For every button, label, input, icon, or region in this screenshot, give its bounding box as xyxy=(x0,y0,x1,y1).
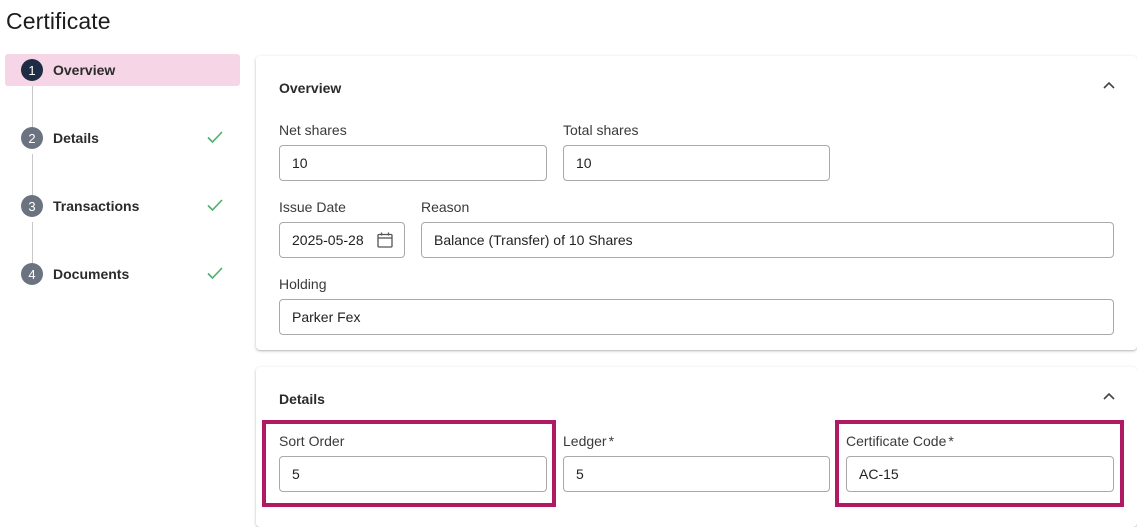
step-number: 2 xyxy=(21,127,43,149)
certificate-code-input[interactable]: AC-15 xyxy=(846,456,1114,492)
step-documents[interactable]: 4 Documents xyxy=(5,258,240,290)
step-label: Overview xyxy=(53,62,116,78)
details-card: Details Sort Order 5 Ledger * 5 Certifica… xyxy=(256,367,1137,527)
chevron-up-icon[interactable] xyxy=(1102,391,1116,401)
issue-date-label: Issue Date xyxy=(279,199,346,215)
required-asterisk: * xyxy=(948,433,954,449)
step-number: 3 xyxy=(21,195,43,217)
net-shares-input[interactable]: 10 xyxy=(279,145,547,181)
certificate-code-label: Certificate Code * xyxy=(846,433,954,449)
check-icon xyxy=(207,199,223,212)
sort-order-label: Sort Order xyxy=(279,433,345,449)
net-shares-label: Net shares xyxy=(279,122,347,138)
details-card-title: Details xyxy=(279,391,325,407)
issue-date-value: 2025-05-28 xyxy=(292,232,364,248)
reason-label: Reason xyxy=(421,199,470,215)
ledger-label-text: Ledger xyxy=(563,433,607,449)
required-asterisk: * xyxy=(608,433,615,449)
overview-card-title: Overview xyxy=(279,80,342,96)
holding-label: Holding xyxy=(279,276,327,292)
holding-input[interactable]: Parker Fex xyxy=(279,299,1114,335)
issue-date-input[interactable]: 2025-05-28 xyxy=(279,222,405,258)
step-number: 4 xyxy=(21,263,43,285)
calendar-icon[interactable] xyxy=(376,231,394,249)
certificate-code-label-text: Certificate Code xyxy=(846,433,947,449)
ledger-label: Ledger * xyxy=(563,433,614,449)
step-label: Documents xyxy=(53,266,130,282)
step-label: Details xyxy=(53,130,99,146)
total-shares-label: Total shares xyxy=(563,122,639,138)
step-label: Transactions xyxy=(53,198,140,214)
chevron-up-icon[interactable] xyxy=(1102,80,1116,90)
overview-card: Overview Net shares 10 Total shares 10 I… xyxy=(256,56,1137,350)
check-icon xyxy=(207,267,223,280)
check-icon xyxy=(207,131,223,144)
total-shares-input[interactable]: 10 xyxy=(563,145,830,181)
step-details[interactable]: 2 Details xyxy=(5,122,240,154)
step-overview[interactable]: 1 Overview xyxy=(5,54,240,86)
step-number: 1 xyxy=(21,59,43,81)
step-transactions[interactable]: 3 Transactions xyxy=(5,190,240,222)
sort-order-input[interactable]: 5 xyxy=(279,456,547,492)
ledger-input[interactable]: 5 xyxy=(563,456,830,492)
page-title: Certificate xyxy=(6,8,111,34)
reason-input[interactable]: Balance (Transfer) of 10 Shares xyxy=(421,222,1114,258)
